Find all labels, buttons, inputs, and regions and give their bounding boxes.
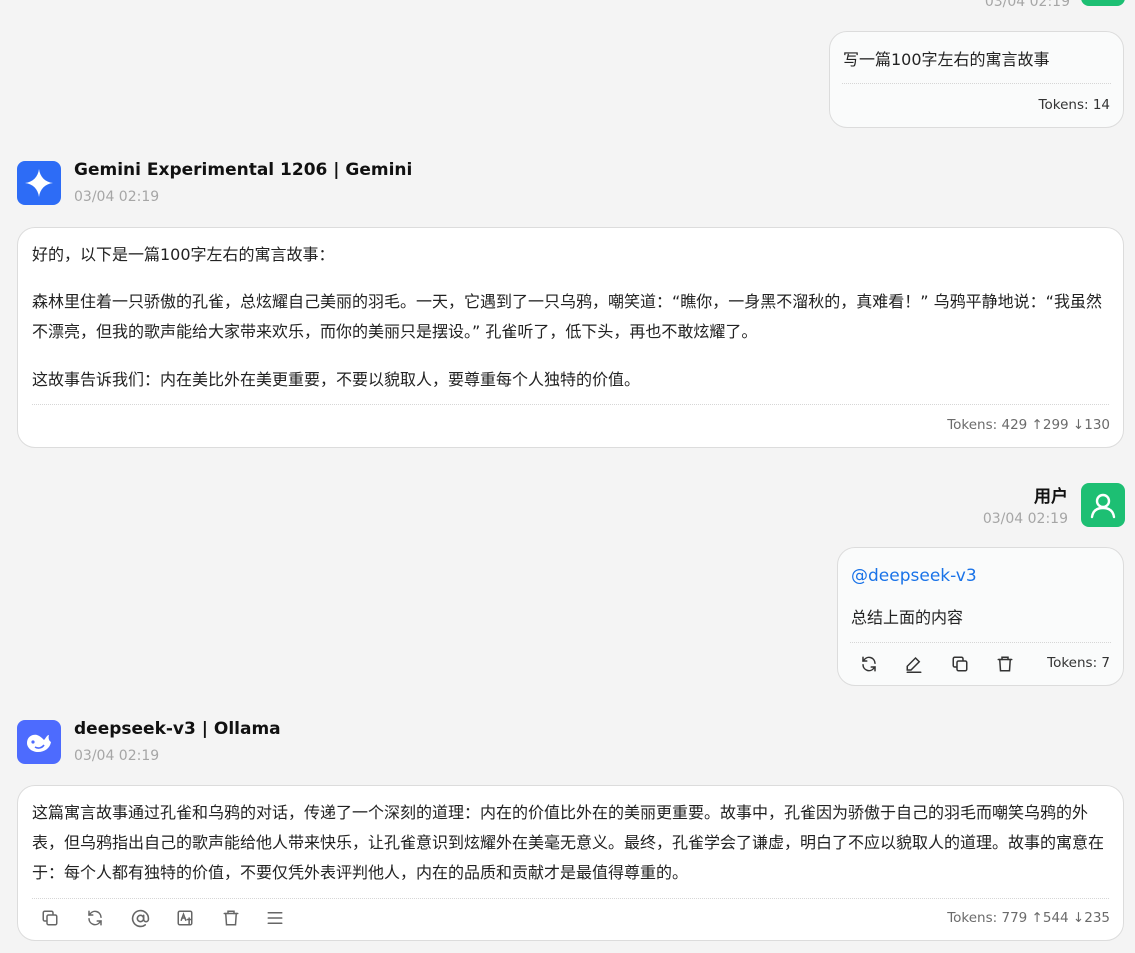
delete-button[interactable] — [219, 906, 243, 930]
mention-link[interactable]: @deepseek-v3 — [851, 561, 977, 591]
user-name: 用户 — [1034, 487, 1068, 507]
regenerate-button[interactable] — [83, 906, 107, 930]
copy-button[interactable] — [38, 906, 62, 930]
message-text: 写一篇100字左右的寓言故事 — [843, 50, 1050, 69]
message-text: 这篇寓言故事通过孔雀和乌鸦的对话，传递了一个深刻的道理：内在的价值比外在的美丽更… — [32, 803, 1105, 882]
assistant-message-bubble: 这篇寓言故事通过孔雀和乌鸦的对话，传递了一个深刻的道理：内在的价值比外在的美丽更… — [17, 785, 1124, 941]
message-paragraph: 森林里住着一只骄傲的孔雀，总炫耀自己美丽的羽毛。一天，它遇到了一只乌鸦，嘲笑道：… — [32, 292, 1102, 341]
model-avatar[interactable] — [17, 161, 61, 205]
deepseek-whale-icon — [27, 734, 51, 752]
token-count: Tokens: 429 ↑299 ↓130 — [947, 417, 1110, 433]
message-time: 03/04 02:19 — [74, 189, 160, 205]
copy-icon — [952, 656, 968, 672]
delete-icon — [997, 656, 1013, 672]
divider — [842, 83, 1111, 84]
copy-button[interactable] — [948, 652, 972, 676]
edit-icon — [906, 656, 922, 673]
delete-button[interactable] — [993, 652, 1017, 676]
token-count: Tokens: 779 ↑544 ↓235 — [947, 910, 1110, 926]
token-count: Tokens: 14 — [1038, 97, 1110, 113]
assistant-message-bubble: 好的，以下是一篇100字左右的寓言故事： 森林里住着一只骄傲的孔雀，总炫耀自己美… — [17, 227, 1124, 448]
message-text: 总结上面的内容 — [851, 608, 964, 627]
edit-button[interactable] — [902, 652, 926, 676]
model-name: Gemini Experimental 1206 | Gemini — [74, 160, 413, 180]
mention-button[interactable] — [128, 906, 152, 930]
message-time: 03/04 02:19 — [984, 0, 1070, 10]
translate-button[interactable] — [173, 906, 197, 930]
regenerate-button[interactable] — [857, 652, 881, 676]
refresh-icon — [88, 910, 102, 926]
divider — [850, 642, 1111, 643]
more-menu-button[interactable] — [263, 906, 287, 930]
message-paragraph: 好的，以下是一篇100字左右的寓言故事： — [32, 245, 335, 264]
user-message-bubble: 写一篇100字左右的寓言故事 Tokens: 14 — [829, 31, 1124, 128]
model-name: deepseek-v3 | Ollama — [74, 719, 281, 739]
delete-icon — [223, 910, 239, 926]
user-avatar[interactable] — [1081, 483, 1125, 527]
translate-icon — [177, 910, 193, 926]
model-avatar[interactable] — [17, 720, 61, 764]
gemini-sparkle-icon — [25, 169, 53, 197]
menu-icon — [267, 912, 283, 924]
token-count: Tokens: 7 — [1047, 655, 1110, 671]
mention-icon — [131, 909, 149, 927]
refresh-icon — [862, 656, 876, 672]
divider — [32, 404, 1109, 405]
copy-icon — [42, 910, 58, 926]
user-avatar-partial — [1081, 0, 1125, 6]
user-message-bubble: @deepseek-v3 总结上面的内容 Tokens: 7 — [837, 547, 1124, 686]
message-time: 03/04 02:19 — [74, 748, 160, 764]
user-icon — [1090, 493, 1116, 519]
message-paragraph: 这故事告诉我们：内在美比外在美更重要，不要以貌取人，要尊重每个人独特的价值。 — [32, 370, 641, 389]
message-time: 03/04 02:19 — [982, 511, 1068, 527]
divider — [32, 898, 1109, 899]
